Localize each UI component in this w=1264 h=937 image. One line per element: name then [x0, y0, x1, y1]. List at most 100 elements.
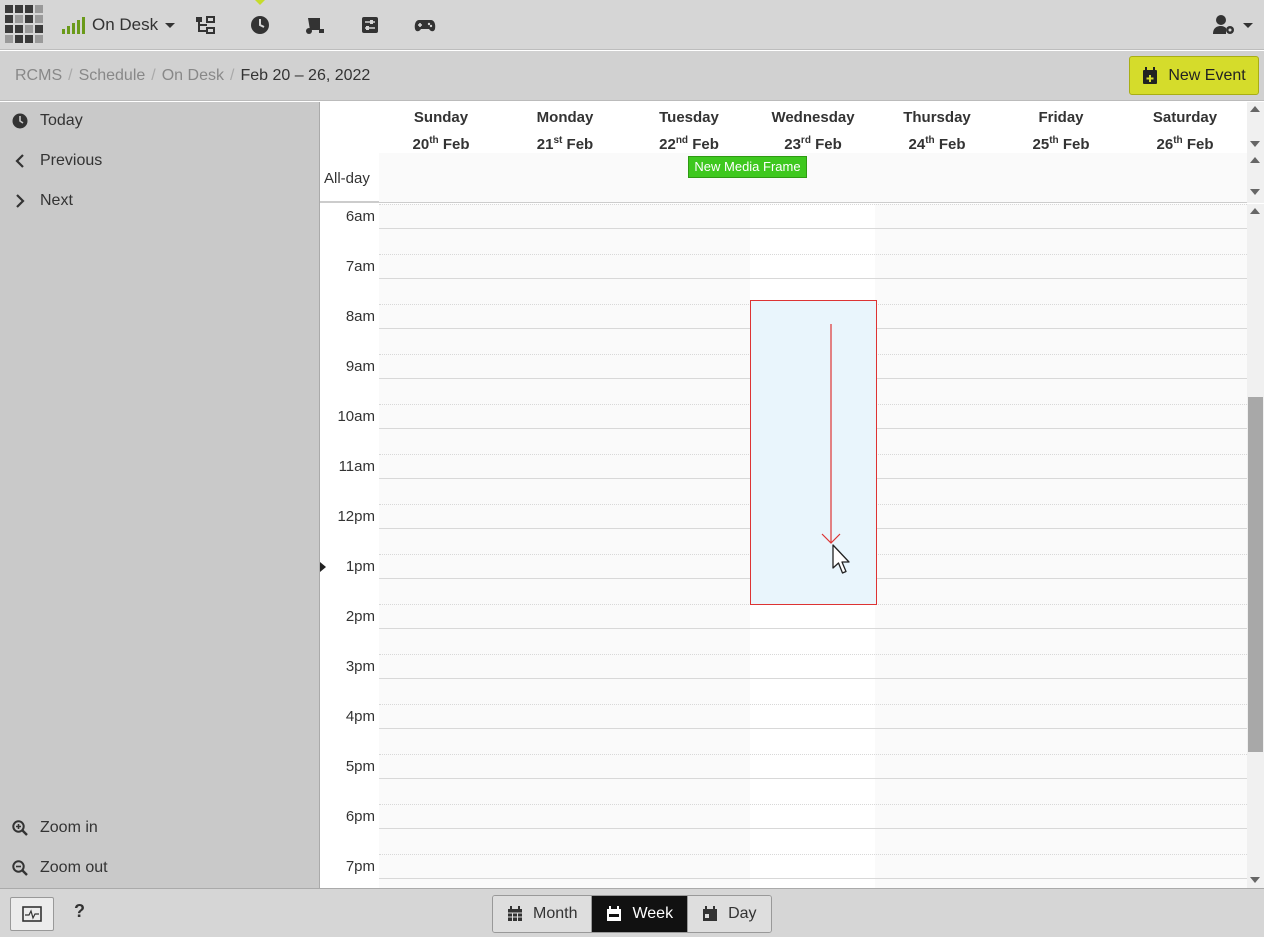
hour-line: [379, 278, 1247, 279]
new-event-label: New Event: [1168, 66, 1246, 84]
hour-line: [379, 728, 1247, 729]
next-button[interactable]: Next: [12, 192, 73, 210]
zoom-in-label: Zoom in: [40, 819, 98, 836]
scroll-down-icon[interactable]: [1250, 189, 1260, 195]
day-month: Feb: [442, 136, 470, 153]
zoom-out-button[interactable]: Zoom out: [12, 859, 108, 877]
half-hour-line: [379, 854, 1247, 855]
monitor-button[interactable]: [10, 897, 54, 931]
day-month: Feb: [566, 136, 594, 153]
time-label: 10am: [337, 408, 375, 425]
all-day-label: All-day: [324, 170, 370, 187]
scroll-down-icon[interactable]: [1250, 141, 1260, 147]
breadcrumb-rcms[interactable]: RCMS: [15, 67, 62, 85]
day-month: Feb: [815, 136, 842, 153]
help-button[interactable]: ?: [74, 901, 85, 922]
top-toolbar: On Desk: [0, 0, 1264, 50]
sidebar: Today Previous Next Zoom in Zoom out: [0, 102, 320, 888]
day-header-thursday: Thursday 24th Feb: [875, 106, 999, 156]
user-cog-icon: [1213, 15, 1234, 34]
user-menu[interactable]: [1212, 14, 1253, 36]
time-grid[interactable]: 6am 7am 8am 9am 10am 11am 12pm 1pm 2pm 3pm 4pm 5pm 6…: [320, 204, 1247, 888]
time-label: 5pm: [345, 758, 375, 775]
sitemap-icon[interactable]: [194, 14, 216, 36]
half-hour-line: [379, 654, 1247, 655]
today-button[interactable]: Today: [12, 112, 83, 130]
scroll-down-icon[interactable]: [1250, 877, 1260, 883]
time-label: 8am: [345, 308, 375, 325]
hour-line: [379, 778, 1247, 779]
day-suffix: nd: [675, 135, 689, 146]
day-number: 25: [1032, 136, 1050, 153]
calendar-plus-icon: [1143, 66, 1158, 84]
time-label: 7pm: [345, 858, 375, 875]
previous-button[interactable]: Previous: [12, 152, 102, 170]
all-day-cells[interactable]: New Media Frame: [379, 153, 1247, 202]
event-new-media-frame[interactable]: New Media Frame: [688, 156, 807, 178]
day-date: 23rd Feb: [751, 129, 875, 156]
day-number: 23: [784, 136, 801, 153]
time-label: 3pm: [345, 658, 375, 675]
breadcrumb-separator: /: [229, 67, 235, 84]
active-indicator: [255, 0, 265, 5]
next-label: Next: [40, 192, 73, 209]
calendar-day-icon: [703, 906, 718, 921]
time-label: 1pm: [345, 558, 375, 575]
breadcrumb-separator: /: [151, 67, 156, 84]
day-header-sunday: Sunday 20th Feb: [379, 106, 503, 156]
new-event-button[interactable]: New Event: [1129, 56, 1259, 95]
clock-icon[interactable]: [249, 14, 271, 36]
apps-grid-icon[interactable]: [5, 5, 45, 45]
current-time-marker-icon: [320, 562, 326, 572]
mouse-cursor-icon: [832, 544, 850, 574]
time-label: 4pm: [345, 708, 375, 725]
day-name: Saturday: [1152, 109, 1218, 126]
gamepad-icon[interactable]: [413, 14, 437, 36]
breadcrumb-schedule[interactable]: Schedule: [79, 67, 146, 85]
week-view-label: Week: [632, 905, 674, 922]
calendar-week-icon: [607, 906, 622, 921]
day-suffix: rd: [800, 135, 811, 146]
scroll-up-icon[interactable]: [1250, 208, 1260, 214]
scroll-up-icon[interactable]: [1250, 106, 1260, 112]
breadcrumb-bar: RCMS / Schedule / On Desk / Feb 20 – 26,…: [0, 51, 1264, 101]
bottom-toolbar: ? Month Week Day: [0, 888, 1264, 937]
time-label: 6pm: [345, 808, 375, 825]
half-hour-line: [379, 804, 1247, 805]
scroll-up-icon[interactable]: [1250, 157, 1260, 163]
day-suffix: st: [553, 135, 563, 146]
sliders-icon[interactable]: [359, 14, 381, 36]
chevron-right-icon: [16, 194, 25, 208]
month-view-button[interactable]: Month: [493, 896, 593, 932]
clock-icon: [12, 113, 28, 129]
day-number: 21: [536, 136, 554, 153]
half-hour-line: [379, 754, 1247, 755]
scrollbar-thumb[interactable]: [1248, 397, 1263, 752]
all-day-row: All-day New Media Frame: [320, 153, 1247, 203]
day-suffix: th: [1173, 135, 1183, 146]
scroll-icon[interactable]: [304, 14, 326, 36]
chevron-down-icon: [1243, 22, 1253, 28]
half-hour-line: [379, 704, 1247, 705]
day-header-monday: Monday 21st Feb: [503, 106, 627, 156]
day-name: Tuesday: [659, 109, 719, 126]
day-view-label: Day: [728, 905, 757, 922]
all-day-scrollbar[interactable]: [1247, 102, 1264, 203]
month-view-label: Month: [533, 905, 578, 922]
day-header-saturday: Saturday 26th Feb: [1123, 106, 1247, 156]
grid-scrollbar[interactable]: [1247, 204, 1264, 888]
day-suffix: th: [1049, 135, 1059, 146]
half-hour-line: [379, 254, 1247, 255]
day-date: 24th Feb: [875, 129, 999, 156]
day-number: 26: [1156, 136, 1174, 153]
week-view-button[interactable]: Week: [592, 896, 689, 932]
time-selection[interactable]: [750, 300, 877, 605]
breadcrumb-on-desk[interactable]: On Desk: [162, 67, 224, 85]
day-view-button[interactable]: Day: [688, 896, 771, 932]
breadcrumb-current: Feb 20 – 26, 2022: [240, 67, 371, 84]
hour-line: [379, 678, 1247, 679]
zoom-in-button[interactable]: Zoom in: [12, 819, 98, 837]
channel-selector[interactable]: On Desk: [92, 15, 176, 35]
day-date: 20th Feb: [379, 129, 503, 156]
time-label: 7am: [345, 258, 375, 275]
